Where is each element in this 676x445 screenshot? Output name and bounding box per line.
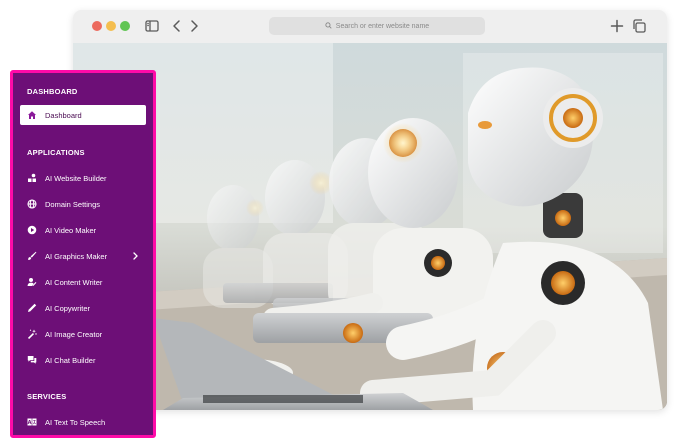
sidebar-item-label: AI Chat Builder	[45, 355, 96, 365]
sidebar-item-label: AI Image Creator	[45, 329, 103, 339]
sidebar-item-ai-website-builder[interactable]: AI Website Builder	[20, 168, 146, 188]
back-icon[interactable]	[169, 18, 185, 34]
sidebar-item-ai-content-writer[interactable]: AI Content Writer	[20, 272, 146, 292]
maximize-window-button[interactable]	[120, 21, 130, 31]
sidebar-item-label: Dashboard	[45, 110, 82, 120]
magic-wand-icon	[27, 329, 37, 339]
sidebar-item-label: Domain Settings	[45, 199, 101, 209]
sidebar-item-domain-settings[interactable]: Domain Settings	[20, 194, 146, 214]
browser-toolbar: Search or enter website name	[73, 10, 667, 44]
new-tab-icon[interactable]	[609, 18, 625, 34]
user-edit-icon	[27, 277, 37, 287]
video-play-icon	[27, 225, 37, 235]
forward-icon[interactable]	[186, 18, 202, 34]
browser-window: Search or enter website name	[73, 10, 667, 410]
sidebar-item-ai-graphics-maker[interactable]: AI Graphics Maker	[20, 246, 146, 266]
text-speech-icon: A	[27, 417, 37, 427]
home-icon	[27, 110, 37, 120]
sidebar-item-ai-text-to-speech[interactable]: A AI Text To Speech	[20, 412, 146, 432]
sidebar-toggle-icon[interactable]	[144, 18, 160, 34]
section-title-services: SERVICES	[27, 392, 67, 401]
sidebar-item-ai-image-creator[interactable]: AI Image Creator	[20, 324, 146, 344]
globe-icon	[27, 199, 37, 209]
sidebar-item-label: AI Content Writer	[45, 277, 103, 287]
hero-image	[73, 43, 667, 410]
svg-text:A: A	[28, 420, 32, 426]
sidebar-item-label: AI Text To Speech	[45, 417, 106, 427]
close-window-button[interactable]	[92, 21, 102, 31]
stage: Search or enter website name DASHBOARD D…	[0, 0, 676, 445]
app-sidebar: DASHBOARD Dashboard APPLICATIONS AI Webs…	[10, 70, 156, 438]
sidebar-item-ai-chat-builder[interactable]: AI Chat Builder	[20, 350, 146, 370]
sidebar-item-label: AI Graphics Maker	[45, 251, 108, 261]
tabs-overview-icon[interactable]	[631, 18, 647, 34]
sidebar-item-ai-video-maker[interactable]: AI Video Maker	[20, 220, 146, 240]
address-placeholder: Search or enter website name	[335, 22, 430, 30]
robots-scene	[73, 43, 667, 410]
sidebar-item-ai-copywriter[interactable]: AI Copywriter	[20, 298, 146, 318]
section-title-applications: APPLICATIONS	[27, 148, 85, 157]
blocks-icon	[27, 173, 37, 183]
chevron-right-icon[interactable]	[132, 252, 139, 260]
search-icon	[325, 21, 332, 31]
sidebar-item-label: AI Website Builder	[45, 173, 107, 183]
minimize-window-button[interactable]	[106, 21, 116, 31]
chat-icon	[27, 355, 37, 365]
sidebar-item-dashboard[interactable]: Dashboard	[20, 105, 146, 125]
sidebar-item-label: AI Copywriter	[45, 303, 91, 313]
section-title-dashboard: DASHBOARD	[27, 87, 78, 96]
pen-icon	[27, 303, 37, 313]
sidebar-item-label: AI Video Maker	[45, 225, 97, 235]
address-bar[interactable]: Search or enter website name	[269, 17, 485, 35]
brush-icon	[27, 251, 37, 261]
